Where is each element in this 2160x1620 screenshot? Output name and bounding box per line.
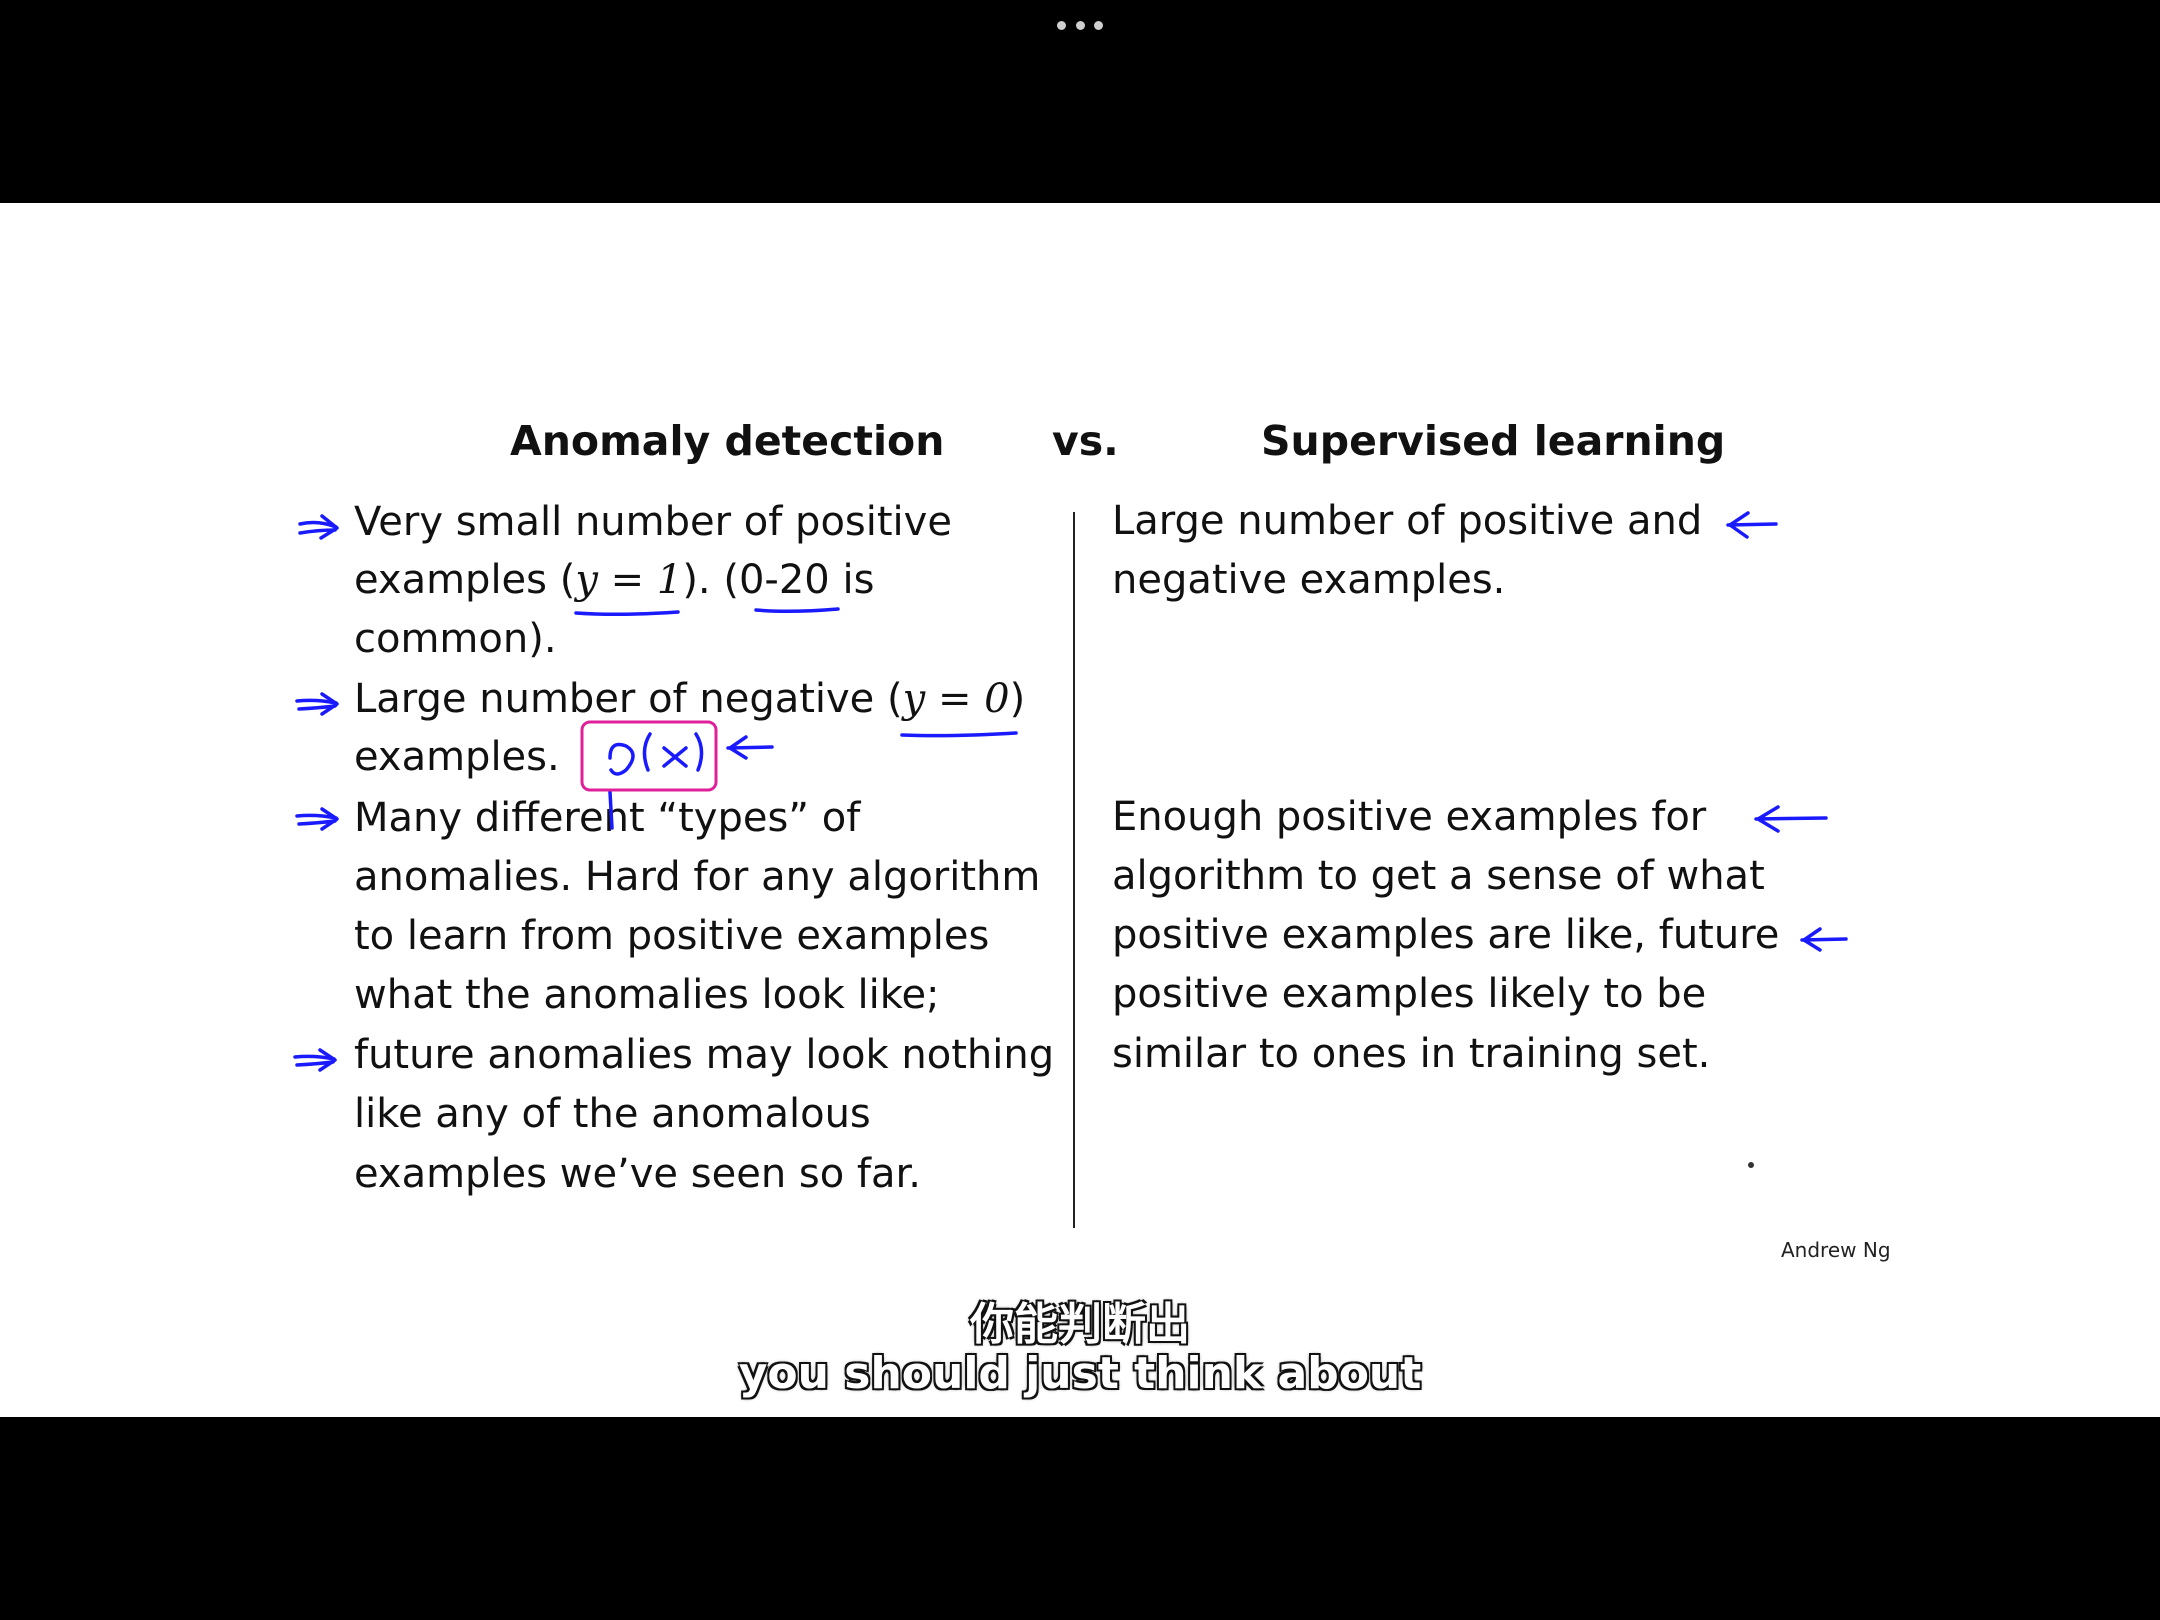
bullet-arrow-icon — [298, 514, 339, 540]
bullet-arrow-icon — [295, 807, 339, 831]
handwritten-p-of-x — [608, 732, 704, 830]
subtitle-english: you should just think about — [738, 1348, 1422, 1399]
highlight-box — [580, 720, 718, 792]
underline-0-20 — [754, 607, 840, 614]
left-arrow-icon — [1754, 805, 1828, 833]
left-arrow-icon — [726, 735, 774, 760]
subtitle-chinese: 你能判断出 — [970, 1299, 1190, 1350]
underline-y-equals-0 — [900, 731, 1018, 738]
left-arrow-icon — [1726, 511, 1778, 539]
author-credit: Andrew Ng — [1781, 1238, 1891, 1262]
underline-y-equals-1 — [574, 610, 680, 617]
bullet-arrow-icon — [293, 1048, 337, 1072]
left-arrow-icon — [1800, 927, 1848, 952]
bullet-arrow-icon — [295, 692, 339, 716]
